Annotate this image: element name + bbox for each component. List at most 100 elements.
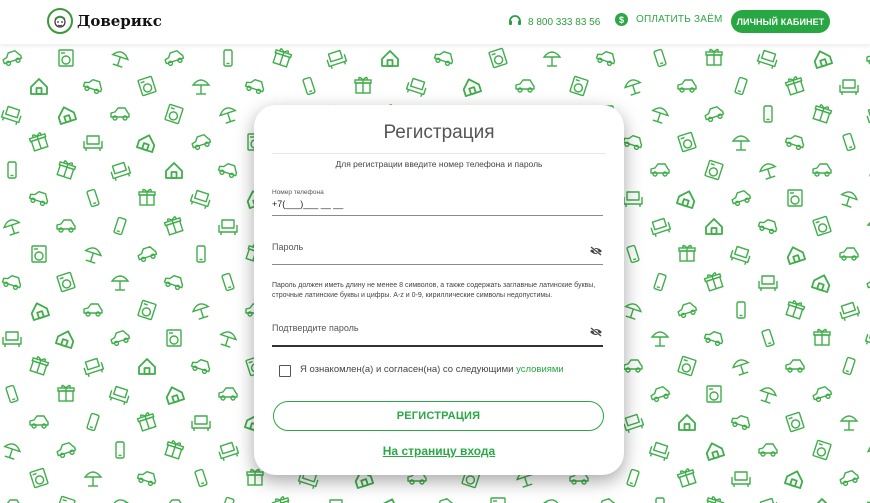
phone-field-underline [272, 215, 603, 216]
washing-machine-icon [569, 75, 589, 97]
password-input[interactable]: Пароль [272, 242, 303, 252]
car-icon [243, 76, 267, 96]
car-icon [83, 303, 103, 317]
umbrella-icon [651, 331, 669, 347]
house-icon [705, 218, 723, 235]
umbrella-icon [622, 301, 644, 321]
car-icon [189, 356, 213, 376]
personal-cabinet-button[interactable]: ЛИЧНЫЙ КАБИНЕТ [731, 10, 830, 33]
armchair-icon [623, 191, 643, 208]
phone-icon [7, 161, 17, 179]
gift-icon [676, 466, 698, 488]
armchair-icon [647, 440, 672, 463]
car-icon [648, 384, 672, 404]
title-divider [272, 153, 606, 154]
car-icon [621, 132, 645, 152]
phone-contact[interactable]: 8 800 333 83 56 [508, 13, 600, 32]
phone-icon [221, 496, 235, 503]
phone-icon [842, 356, 856, 376]
armchair-icon [216, 440, 241, 463]
house-icon [813, 498, 831, 503]
car-icon [650, 163, 670, 177]
car-icon [110, 107, 130, 121]
terms-link[interactable]: условиями [516, 364, 564, 375]
car-icon [432, 496, 456, 503]
car-icon [54, 440, 78, 460]
washing-machine-icon [812, 439, 832, 461]
car-icon [756, 216, 780, 236]
umbrella-icon [190, 301, 212, 321]
washing-machine-icon [488, 47, 508, 69]
car-icon [783, 132, 807, 152]
umbrella-icon [1, 441, 23, 461]
car-icon [677, 79, 697, 93]
car-icon [785, 359, 805, 373]
car-icon [135, 244, 159, 264]
washing-machine-icon [31, 245, 47, 263]
washing-machine-icon [677, 131, 697, 153]
form-title: Регистрация [383, 122, 495, 143]
eye-off-icon[interactable] [589, 324, 603, 337]
umbrella-icon [649, 105, 671, 125]
phone-input[interactable]: +7(___)___ __ __ [272, 199, 343, 209]
phone-icon [196, 245, 206, 263]
gift-icon [811, 102, 833, 124]
pay-loan-link[interactable]: $ ОПЛАТИТЬ ЗАЁМ [615, 13, 722, 26]
car-icon [162, 272, 186, 292]
login-page-link[interactable]: На страницу входа [254, 444, 624, 458]
agree-label: Я ознакомлен(а) и согласен(на) со следую… [300, 364, 564, 375]
armchair-icon [324, 48, 349, 71]
armchair-icon [621, 412, 646, 435]
armchair-icon [756, 496, 781, 503]
car-icon [675, 300, 699, 320]
house-icon [678, 414, 696, 431]
confirm-password-input[interactable]: Подтвердите пароль [272, 323, 359, 333]
umbrella-icon [838, 189, 860, 209]
armchair-icon [404, 76, 429, 99]
umbrella-icon [757, 161, 779, 181]
phone-icon [86, 188, 100, 208]
washing-machine-icon [137, 75, 157, 97]
washing-machine-icon [785, 411, 805, 433]
phone-field-label: Номер телефона [272, 189, 324, 196]
confirm-field-underline [272, 345, 603, 347]
car-icon [0, 48, 24, 68]
top-header: Доверикс 8 800 333 83 56 $ ОПЛАТИТЬ ЗАЁМ… [0, 0, 870, 44]
gift-icon [271, 46, 293, 68]
armchair-icon [839, 79, 859, 96]
house-icon [381, 50, 399, 67]
umbrella-icon [109, 49, 131, 69]
armchair-icon [728, 244, 753, 267]
logo[interactable]: Доверикс [47, 8, 162, 34]
umbrella-icon [541, 497, 563, 503]
car-icon [515, 79, 535, 93]
house-icon [165, 162, 183, 179]
house-icon [811, 271, 833, 293]
password-field-underline [272, 264, 603, 265]
house-icon [28, 299, 50, 321]
car-icon [702, 328, 726, 348]
washing-machine-icon [490, 497, 506, 503]
armchair-icon [863, 328, 870, 351]
agree-checkbox[interactable] [279, 365, 291, 377]
phone-number: 8 800 333 83 56 [528, 17, 601, 28]
gift-icon [57, 384, 75, 402]
gift-icon [136, 410, 158, 432]
eye-off-icon[interactable] [589, 243, 603, 256]
house-icon [55, 327, 77, 349]
car-icon [216, 160, 240, 180]
gift-icon [138, 188, 156, 206]
car-icon [702, 104, 726, 124]
phone-icon [223, 49, 233, 67]
register-button[interactable]: РЕГИСТРАЦИЯ [273, 401, 604, 431]
car-icon [108, 328, 132, 348]
dollar-circle-icon: $ [615, 13, 628, 26]
armchair-icon [188, 188, 213, 211]
gift-icon [28, 130, 50, 152]
car-icon [135, 468, 159, 488]
phone-icon [626, 468, 640, 488]
registration-card: Регистрация Для регистрации введите номе… [254, 105, 624, 475]
gift-icon [163, 438, 185, 460]
armchair-icon [108, 160, 133, 183]
gift-icon [703, 494, 725, 503]
